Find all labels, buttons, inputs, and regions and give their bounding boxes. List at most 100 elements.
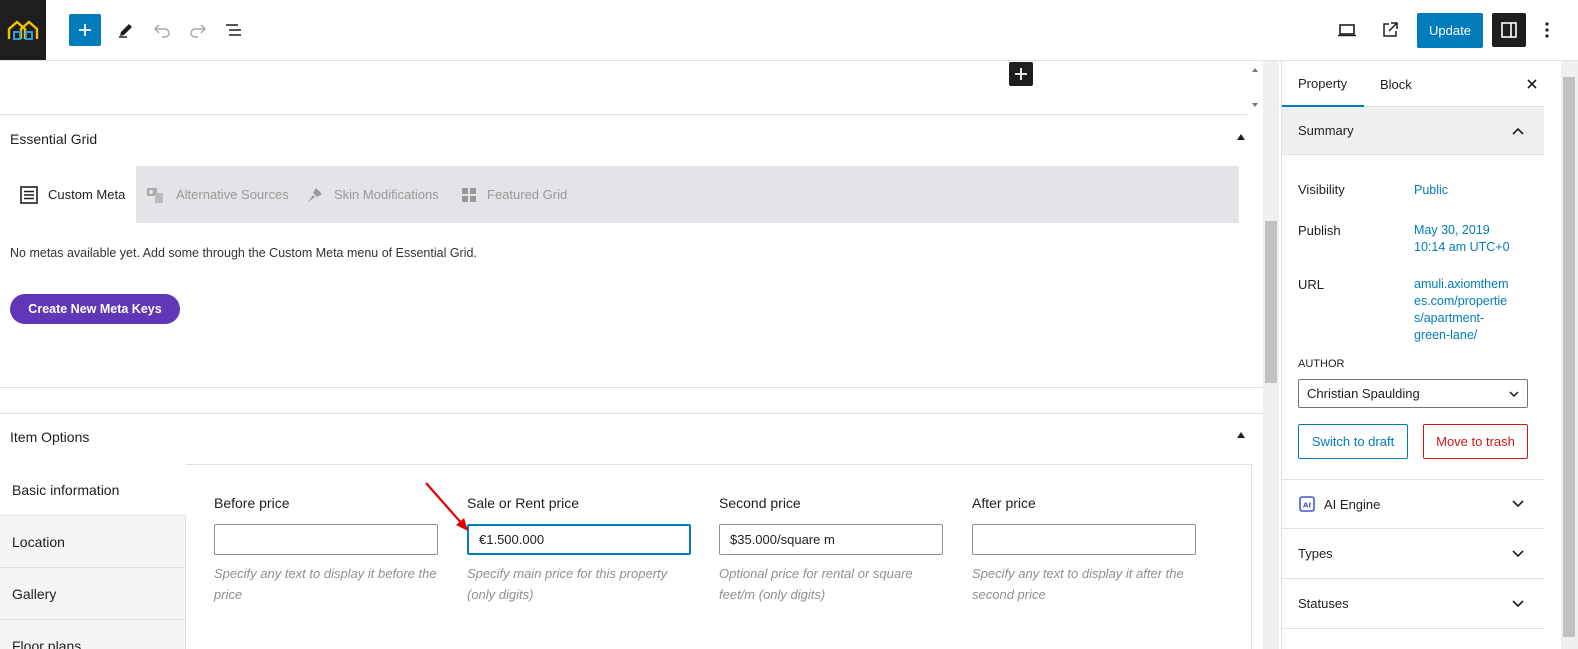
before-price-input[interactable] bbox=[214, 524, 438, 555]
sale-price-input[interactable] bbox=[467, 524, 691, 555]
plus-icon bbox=[79, 24, 91, 36]
close-sidebar-button[interactable] bbox=[1522, 74, 1542, 94]
before-price-help: Specify any text to display it before th… bbox=[214, 566, 437, 602]
essential-grid-tabs: Custom Meta Alternative Sources Skin Mod… bbox=[10, 166, 1239, 223]
tab-floor-plans[interactable]: Floor plans bbox=[0, 620, 186, 649]
tab-label: Featured Grid bbox=[487, 187, 568, 202]
after-price-input[interactable] bbox=[972, 524, 1196, 555]
list-view-icon bbox=[226, 24, 241, 36]
tab-skin-modifications[interactable]: Skin Modifications bbox=[306, 166, 439, 223]
redo-icon bbox=[190, 24, 207, 38]
url-value-link[interactable]: amuli.axiomthem es.com/propertie s/apart… bbox=[1414, 276, 1508, 344]
ai-chip-icon: AI bbox=[1299, 496, 1315, 512]
document-overview-button[interactable] bbox=[218, 14, 250, 46]
ai-engine-panel-toggle[interactable]: AI AI Engine bbox=[1282, 479, 1544, 529]
collapse-item-options-icon[interactable] bbox=[1237, 432, 1245, 438]
chevron-down-icon bbox=[1512, 599, 1524, 607]
canvas-scrollbar[interactable] bbox=[1247, 61, 1263, 115]
tab-label: Custom Meta bbox=[48, 187, 126, 202]
second-price-input[interactable] bbox=[719, 524, 943, 555]
sale-price-label: Sale or Rent price bbox=[467, 495, 580, 511]
laptop-icon bbox=[1338, 24, 1356, 37]
tab-label: Skin Modifications bbox=[334, 187, 439, 202]
publish-label: Publish bbox=[1298, 223, 1341, 238]
update-button[interactable]: Update bbox=[1417, 13, 1483, 48]
collapse-essential-grid-icon[interactable] bbox=[1237, 134, 1245, 140]
editor-scrollbar[interactable] bbox=[1263, 61, 1279, 649]
statuses-panel-toggle[interactable]: Statuses bbox=[1282, 579, 1544, 629]
grid-icon bbox=[462, 187, 476, 202]
brush-icon bbox=[308, 187, 322, 202]
redo-button[interactable] bbox=[182, 14, 214, 46]
essential-grid-note: No metas available yet. Add some through… bbox=[10, 246, 477, 260]
editor-scrollbar-thumb[interactable] bbox=[1265, 221, 1277, 383]
settings-sidebar: Property Block Summary Visibility Public… bbox=[1281, 61, 1544, 649]
visibility-label: Visibility bbox=[1298, 182, 1345, 197]
sidebar-scrollbar-thumb[interactable] bbox=[1563, 77, 1575, 637]
editor-toolbar: Update bbox=[0, 0, 1578, 61]
scroll-arrows-icon bbox=[1252, 68, 1258, 107]
chevron-down-icon bbox=[1512, 500, 1524, 508]
editor-canvas bbox=[0, 61, 1247, 115]
list-icon bbox=[20, 185, 38, 204]
editor-main: Essential Grid Custom Meta Alternative S… bbox=[0, 61, 1263, 649]
close-icon bbox=[1527, 79, 1537, 89]
essential-grid-title: Essential Grid bbox=[10, 131, 98, 147]
settings-sidebar-toggle[interactable] bbox=[1492, 13, 1526, 47]
sidebar-scrollbar[interactable] bbox=[1561, 61, 1578, 649]
url-line: green-lane/ bbox=[1414, 328, 1478, 342]
tab-location[interactable]: Location bbox=[0, 516, 186, 568]
summary-title: Summary bbox=[1298, 123, 1354, 138]
after-price-help: Specify any text to display it after the… bbox=[972, 566, 1184, 602]
red-arrow-annotation-icon bbox=[425, 482, 468, 531]
chevron-down-icon bbox=[1509, 390, 1519, 397]
house-logo-icon bbox=[6, 17, 40, 43]
block-inserter-button[interactable] bbox=[69, 14, 101, 46]
tab-label: Alternative Sources bbox=[176, 187, 289, 202]
tab-block[interactable]: Block bbox=[1380, 61, 1412, 107]
before-price-label: Before price bbox=[214, 495, 290, 511]
author-selected-value: Christian Spaulding bbox=[1307, 386, 1420, 401]
visibility-value-link[interactable]: Public bbox=[1414, 182, 1448, 199]
statuses-title: Statuses bbox=[1298, 596, 1349, 611]
inline-inserter-button[interactable] bbox=[1009, 62, 1033, 86]
tools-button[interactable] bbox=[110, 14, 142, 46]
ai-engine-title: AI Engine bbox=[1324, 496, 1381, 512]
item-options-panel bbox=[0, 464, 1252, 649]
pencil-icon bbox=[119, 24, 132, 38]
options-menu-button[interactable] bbox=[1533, 14, 1561, 46]
svg-text:AI: AI bbox=[1303, 502, 1311, 510]
move-to-trash-button[interactable]: Move to trash bbox=[1423, 424, 1528, 459]
divider bbox=[0, 413, 1263, 414]
publish-date: May 30, 2019 bbox=[1414, 223, 1490, 237]
view-post-button[interactable] bbox=[1374, 14, 1406, 46]
summary-panel-toggle[interactable]: Summary bbox=[1282, 107, 1544, 155]
tab-property[interactable]: Property bbox=[1282, 61, 1364, 107]
tab-gallery[interactable]: Gallery bbox=[0, 568, 186, 620]
url-label: URL bbox=[1298, 277, 1325, 292]
create-meta-keys-button[interactable]: Create New Meta Keys bbox=[10, 294, 180, 324]
url-line: amuli.axiomthem bbox=[1414, 277, 1509, 291]
sale-price-help: Specify main price for this property (on… bbox=[467, 566, 668, 602]
publish-time: 10:14 am UTC+0 bbox=[1414, 240, 1510, 254]
publish-date-link[interactable]: May 30, 2019 10:14 am UTC+0 bbox=[1414, 222, 1510, 256]
tab-custom-meta[interactable]: Custom Meta bbox=[10, 166, 136, 223]
sidebar-tabs: Property Block bbox=[1282, 61, 1544, 107]
switch-to-draft-button[interactable]: Switch to draft bbox=[1298, 424, 1408, 459]
item-options-title: Item Options bbox=[10, 429, 90, 445]
types-title: Types bbox=[1298, 546, 1333, 561]
undo-button[interactable] bbox=[146, 14, 178, 46]
chevron-down-icon bbox=[1512, 549, 1524, 557]
author-select[interactable]: Christian Spaulding bbox=[1298, 379, 1528, 408]
types-panel-toggle[interactable]: Types bbox=[1282, 529, 1544, 579]
sources-icon bbox=[147, 187, 163, 203]
preview-button[interactable] bbox=[1331, 14, 1363, 46]
tab-basic-information[interactable]: Basic information bbox=[0, 464, 186, 516]
external-link-icon bbox=[1383, 22, 1398, 37]
tab-featured-grid[interactable]: Featured Grid bbox=[461, 166, 567, 223]
tab-alternative-sources[interactable]: Alternative Sources bbox=[146, 166, 289, 223]
url-line: es.com/propertie bbox=[1414, 294, 1508, 308]
second-price-label: Second price bbox=[719, 495, 801, 511]
more-vertical-icon bbox=[1545, 22, 1549, 38]
site-logo[interactable] bbox=[0, 0, 46, 60]
